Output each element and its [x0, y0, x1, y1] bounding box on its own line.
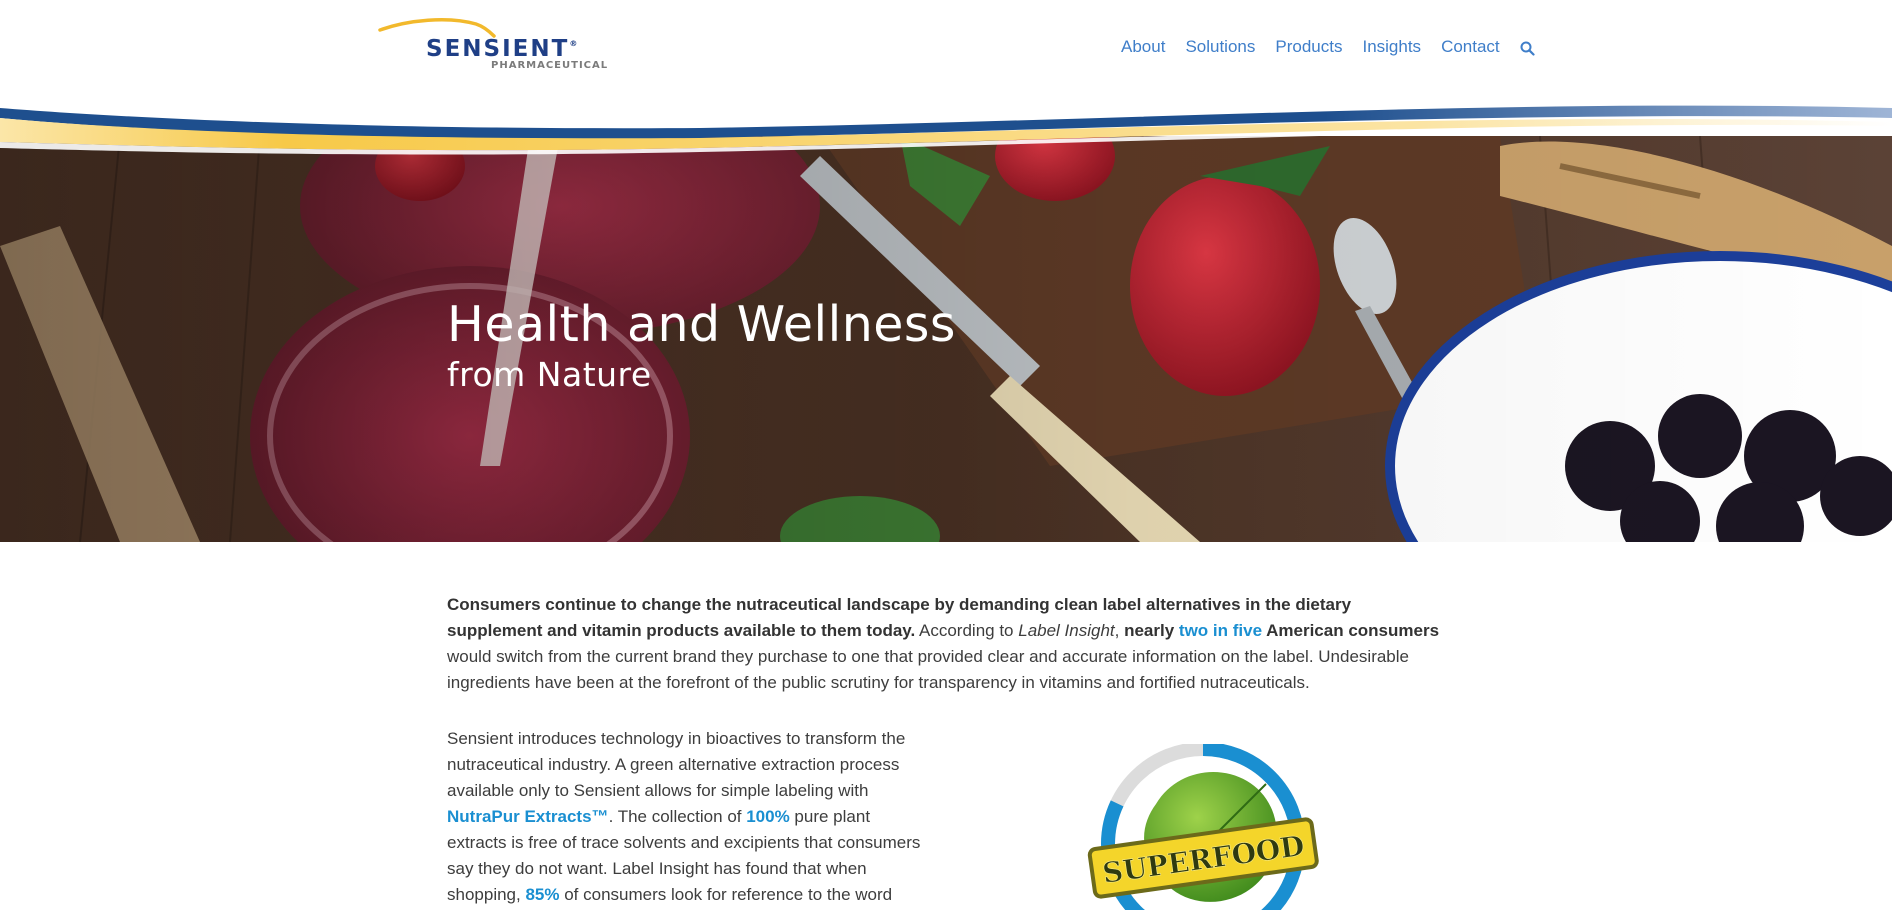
stat-highlight: 100% [746, 807, 790, 826]
superfood-badge: SUPERFOOD [1087, 744, 1319, 910]
body-text: . The collection of [608, 807, 747, 826]
nav-insights[interactable]: Insights [1362, 36, 1421, 58]
nav-solutions[interactable]: Solutions [1185, 36, 1255, 58]
nav-products[interactable]: Products [1275, 36, 1342, 58]
hero-subtitle: from Nature [447, 355, 652, 394]
stat-highlight: 85% [525, 885, 560, 904]
logo-wordmark: SENSIENT® [426, 36, 578, 62]
hero-banner: Health and Wellness from Nature [0, 136, 1892, 542]
stat-highlight: two in five [1178, 621, 1263, 640]
body-text: of consumers look for reference to the w… [559, 885, 893, 904]
intro-bold-text: nearly [1124, 621, 1179, 640]
sensient-logo[interactable]: SENSIENT® PHARMACEUTICAL [378, 16, 614, 76]
intro-bold-text: American consumers [1262, 621, 1440, 640]
hero-title: Health and Wellness [447, 296, 956, 353]
intro-text: , [1114, 621, 1125, 640]
intro-text: According to [915, 621, 1019, 640]
logo-division: PHARMACEUTICAL [491, 60, 609, 71]
nav-about[interactable]: About [1121, 36, 1165, 58]
nutrapur-link[interactable]: NutraPur Extracts™ [447, 807, 609, 826]
site-header: SENSIENT® PHARMACEUTICAL About Solutions… [0, 0, 1892, 110]
intro-paragraph: Consumers continue to change the nutrace… [447, 592, 1447, 696]
body-text: Sensient introduces technology in bioact… [447, 729, 906, 800]
wave-divider [0, 96, 1892, 155]
main-nav: About Solutions Products Insights Contac… [1121, 36, 1538, 58]
search-icon[interactable] [1518, 38, 1538, 58]
hero-text: Health and Wellness from Nature [447, 296, 956, 395]
nav-contact[interactable]: Contact [1441, 36, 1500, 58]
main-content: Consumers continue to change the nutrace… [447, 592, 1447, 904]
body-paragraph: Sensient introduces technology in bioact… [447, 726, 927, 908]
source-name: Label Insight [1018, 621, 1115, 640]
intro-text: would switch from the current brand they… [447, 647, 1409, 692]
